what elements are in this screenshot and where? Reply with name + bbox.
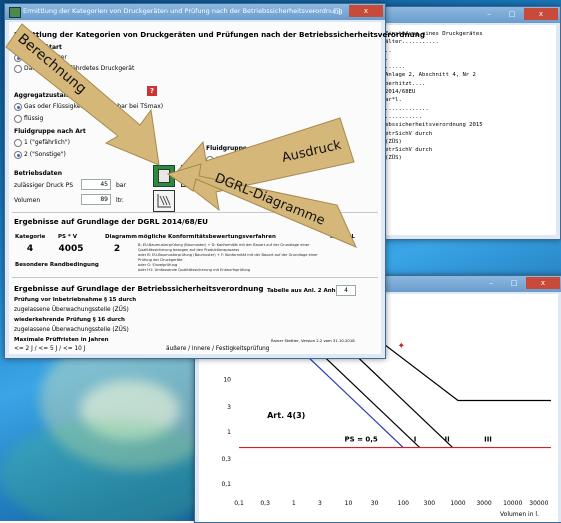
vol-unit: ltr. [116,197,124,204]
wiederkehrend-value: zugelassene Überwachungsstelle (ZÜS) [14,327,129,333]
diagram-button[interactable] [153,190,175,212]
fluid-label: Fluidgruppe nach Art [14,128,86,135]
konform-text: B: EU-Baumusterprüfung (Baumuster) + D: … [138,243,328,273]
y-tick-label: 0,1 [221,481,231,488]
fristen-label: Maximale Prüffristen in Jahren [14,337,109,343]
col-diagramm: Diagramm [105,234,137,240]
x-tick-label: 300 [424,500,436,507]
geraet-opt1-label: Druckbehälter [24,54,67,61]
konform-line: B: EU-Baumusterprüfung (Baumuster) + D: … [138,243,310,252]
divider [12,277,378,278]
calculator-icon [158,169,170,183]
help-icon[interactable]: ? [147,86,157,96]
radio-fluid-1[interactable] [14,139,22,147]
chart-annotation: PS = 0,5 [344,436,377,444]
fluid-opt2-label: 2 ("Sonstige") [24,151,66,158]
rand-label: Besondere Randbedingung [15,262,99,268]
form-heading: Ermittlung der Kategorien von Druckgerät… [14,30,426,39]
version-text: Rainer Stettler, Version 2.2 vom 31.10.2… [271,338,355,343]
app-icon [9,7,21,18]
ps-unit: bar [116,182,126,189]
y-tick-label: 0,3 [221,456,231,463]
x-tick-label: 3 [318,500,322,507]
radio-fluid-2[interactable] [14,151,22,159]
radio-druckbehaelter[interactable] [14,54,22,62]
window-title: Ermittlung der Kategorien von Druckgerät… [23,7,343,15]
calculate-button[interactable] [153,165,175,187]
chart-annotation: II [445,436,450,444]
x-axis-label: Volumen in l. [500,511,539,518]
maximize-button[interactable]: □ [501,8,523,20]
fluid-anh-opt1-label: 1 ("gefährlich") [216,156,262,163]
radio-fluessig[interactable] [14,115,22,123]
radio-fluid-anh-2[interactable] [206,168,214,176]
col-dgrl: III DGRL [330,234,355,240]
form-area: Ermittlung der Kategorien von Druckgerät… [9,22,425,354]
dgrl-heading: Ergebnisse auf Grundlage der DGRL 2014/6… [14,217,208,226]
x-tick-label: 3000 [476,500,491,507]
x-tick-label: 10 [345,500,353,507]
fluid-opt1-label: 1 ("gefährlich") [24,139,70,146]
chart-annotation: III [484,436,492,444]
agg-opt1-label: Gas oder Flüssigkeit (PD > 0,5 bar bei T… [24,103,164,110]
konform-line: oder B: EU-Baumusterprüfung (Baumuster) … [138,253,318,262]
wiederkehrend-label: wiederkehrende Prüfung § 16 durch [14,317,125,323]
x-tick-label: 1 [292,500,296,507]
maximize-button[interactable]: □ [326,5,348,17]
fristen-value: <= 2 J / <= 5 J / <= 10 J [14,346,86,352]
betrsich-heading: Ergebnisse auf Grundlage der Betriebssic… [14,284,264,293]
y-tick-label: 3 [227,404,231,411]
maximize-button[interactable]: □ [503,277,525,289]
x-tick-label: 30 [371,500,379,507]
psv-value: 4005 [58,244,84,254]
tabelle-value: 4 [336,285,356,296]
aggregat-label: Aggregatzustand [14,92,73,99]
chart-annotation: I [414,436,417,444]
col-kategorie: Kategorie [15,234,46,240]
pruefung-inbetrieb-value: zugelassene Überwachungsstelle (ZÜS) [14,307,129,313]
close-button[interactable]: x [349,5,383,17]
y-tick-label: 10 [223,377,231,384]
betrieb-label: Betriebsdaten [14,170,63,177]
fluid-anh-label: Fluidgruppe nach Anh. 2 Art [206,145,302,152]
col-konform: mögliche Konformitätsbewertungsverfahren [138,234,276,240]
diagramm-value: 2 [113,244,121,254]
x-tick-label: 100 [398,500,410,507]
x-tick-label: 10000 [503,500,522,507]
diagram-icon [157,194,171,208]
print-button[interactable]: A [181,165,203,187]
minimize-button[interactable]: – [303,5,325,17]
geraet-label: Druckgerätart [14,44,62,51]
volume-input[interactable]: 89 [81,194,111,205]
operating-point-marker: ✦ [397,342,405,352]
tabelle-label: Tabelle aus Anl. 2 Anh. 4 [267,288,344,294]
close-button[interactable]: x [524,8,558,20]
minimize-button[interactable]: – [480,277,502,289]
col-psv: PS * V [58,234,77,240]
print-icon: A [187,168,197,182]
main-window: Ermittlung der Kategorien von Druckgerät… [4,3,425,359]
radio-gas[interactable] [14,103,22,111]
x-tick-label: 30000 [529,500,548,507]
fristen-art: äußere / innere / Festigkeitsprüfung [166,346,270,352]
x-tick-label: 0,3 [260,500,270,507]
x-tick-label: 0,1 [234,500,244,507]
radio-dampfkessel[interactable] [14,65,22,73]
ps-input[interactable]: 45 [81,179,111,190]
kategorie-value: 4 [26,244,34,254]
agg-opt2-label: flüssig [24,115,44,122]
vol-label: Volumen [14,197,41,204]
y-tick-label: 1 [227,429,231,436]
chart-annotation: Art. 4(3) [267,411,305,420]
geraet-opt2-label: Dampfkesselgefährdetes Druckgerät [24,65,135,72]
x-tick-label: 1000 [450,500,465,507]
radio-fluid-anh-1[interactable] [206,156,214,164]
konform-line: oder H1: Umfassende Qualitätssicherung m… [138,268,251,272]
minimize-button[interactable]: – [478,8,500,20]
title-bar[interactable]: Ermittlung der Kategorien von Druckgerät… [5,4,385,20]
close-button[interactable]: x [526,277,560,289]
ps-label: zulässiger Druck PS [14,182,74,189]
pruefung-inbetrieb-label: Prüfung vor Inbetriebnahme § 15 durch [14,297,137,303]
divider [12,212,378,213]
